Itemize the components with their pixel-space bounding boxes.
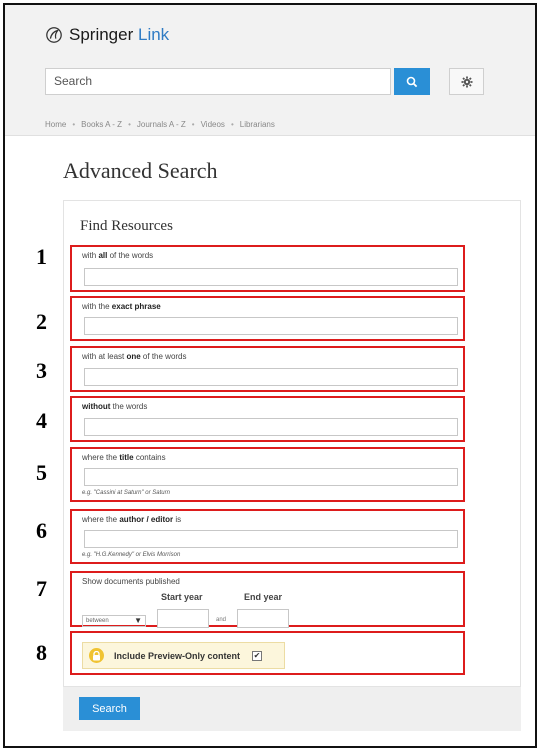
annotation-number: 2 — [36, 309, 47, 334]
nav-separator: • — [191, 120, 195, 129]
annotation-number: 3 — [36, 358, 47, 383]
end-year-label: End year — [244, 592, 283, 602]
title-hint: e.g. "Cassini at Saturn" or Saturn — [82, 490, 170, 496]
search-button[interactable] — [394, 68, 430, 95]
start-year-label: Start year — [161, 592, 203, 602]
all-words-input[interactable] — [84, 268, 458, 286]
nav-home-link[interactable]: Home — [45, 120, 66, 129]
nav-librarians-link[interactable]: Librarians — [240, 120, 275, 129]
preview-only-option: Include Preview-Only content ✔ — [82, 642, 285, 669]
all-words-field-group: with all of the words — [70, 245, 465, 292]
nav-videos-link[interactable]: Videos — [201, 120, 225, 129]
search-input[interactable]: Search — [45, 68, 391, 95]
at-least-one-input[interactable] — [84, 368, 458, 386]
preview-only-checkbox[interactable]: ✔ — [252, 650, 263, 661]
without-words-field-group: without the words — [70, 396, 465, 442]
end-year-input[interactable] — [237, 609, 289, 628]
annotation-number: 1 — [36, 244, 47, 269]
search-icon — [406, 76, 418, 87]
submit-search-button[interactable]: Search — [79, 697, 140, 720]
date-range-select[interactable]: between ▼ — [82, 615, 146, 627]
at-least-one-field-group: with at least one of the words — [70, 346, 465, 392]
nav-separator: • — [128, 120, 131, 129]
start-year-input[interactable] — [157, 609, 209, 628]
annotation-number: 7 — [36, 576, 47, 601]
preview-only-field-group: Include Preview-Only content ✔ — [70, 631, 465, 675]
brand-name: Springer Link — [69, 25, 170, 44]
field-label: without the words — [82, 402, 148, 411]
exact-phrase-field-group: with the exact phrase — [70, 296, 465, 341]
without-words-input[interactable] — [84, 418, 458, 436]
field-label: with all of the words — [82, 251, 154, 260]
field-label: where the title contains — [82, 453, 166, 462]
date-range-label: Show documents published — [82, 577, 180, 586]
breadcrumb-nav: Home • Books A - Z • Journals A - Z • Vi… — [45, 120, 275, 129]
field-label: with the exact phrase — [82, 302, 161, 311]
author-field-group: where the author / editor is e.g. "H.G.K… — [70, 509, 465, 564]
author-hint: e.g. "H.G.Kennedy" or Elvis Morrison — [82, 552, 181, 558]
annotation-number: 8 — [36, 640, 47, 665]
author-input[interactable] — [84, 530, 458, 548]
section-title: Find Resources — [80, 218, 173, 234]
header-divider — [5, 135, 535, 136]
exact-phrase-input[interactable] — [84, 317, 458, 335]
site-header: Springer Link Search Home • Books A - Z … — [5, 5, 535, 135]
gear-icon — [461, 76, 472, 87]
field-label: where the author / editor is — [82, 515, 182, 524]
and-label: and — [216, 617, 227, 623]
nav-books-link[interactable]: Books A - Z — [81, 120, 122, 129]
chevron-down-icon: ▼ — [134, 616, 142, 625]
nav-separator: • — [72, 120, 76, 129]
springer-horse-icon — [46, 27, 62, 43]
lock-icon — [89, 648, 104, 663]
title-input[interactable] — [84, 468, 458, 486]
annotation-number: 4 — [36, 408, 47, 433]
preview-only-label: Include Preview-Only content — [114, 650, 241, 661]
page-title: Advanced Search — [63, 158, 218, 183]
date-range-field-group: Show documents published between ▼ Start … — [70, 571, 465, 628]
field-label: with at least one of the words — [82, 352, 187, 361]
settings-button[interactable] — [449, 68, 484, 95]
springer-logo[interactable]: Springer Link — [45, 25, 169, 45]
nav-journals-link[interactable]: Journals A - Z — [137, 120, 186, 129]
annotation-number: 6 — [36, 518, 47, 543]
nav-separator: • — [230, 120, 234, 129]
annotation-number: 5 — [36, 460, 47, 485]
title-field-group: where the title contains e.g. "Cassini a… — [70, 447, 465, 502]
